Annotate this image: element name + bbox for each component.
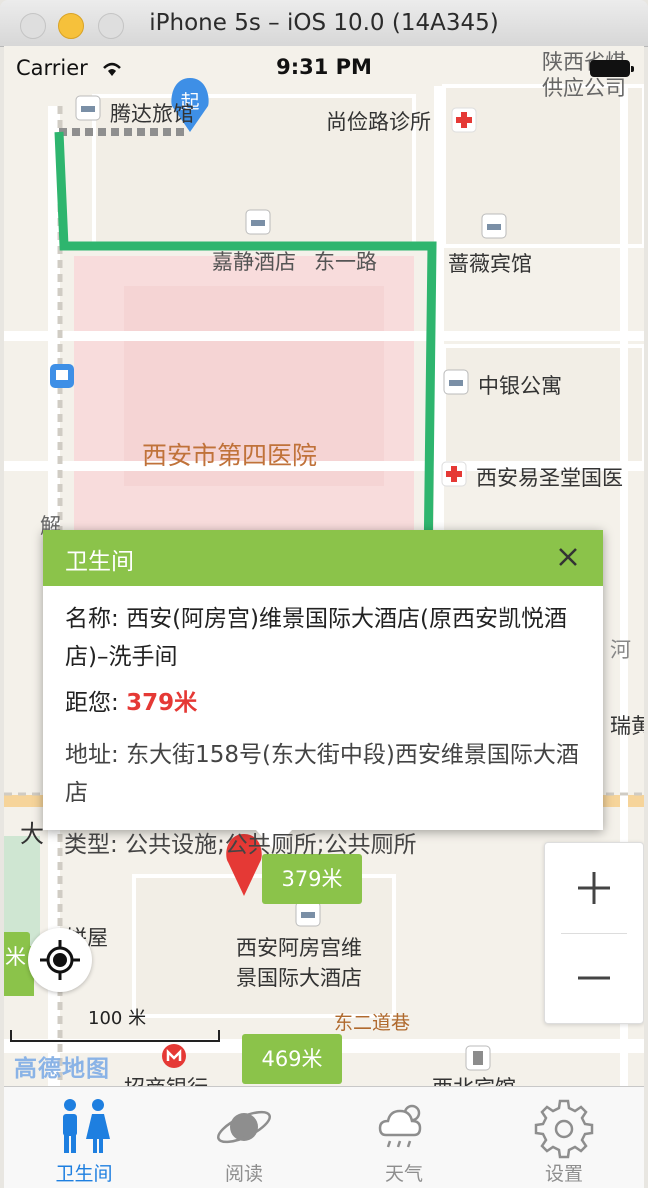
popup-address-row: 地址: 东大街158号(东大街中段)西安维景国际大酒店: [65, 742, 579, 806]
tab-settings[interactable]: 设置: [484, 1087, 644, 1188]
minus-icon: [578, 976, 610, 980]
map-label-qiangwei: 蔷薇宾馆: [448, 252, 532, 276]
hotel-icon: [245, 209, 271, 235]
popup-distance-value: 379米: [126, 690, 198, 716]
map-label-yishengtang: 西安易圣堂国医: [476, 466, 623, 490]
popup-distance-row: 距您: 379米: [65, 690, 198, 716]
device-screen: 起 腾达旅馆 尚俭路诊所 陕西省煤 供应公司 嘉静酒店 东一路 蔷薇宾馆 中银公…: [4, 46, 644, 1188]
tab-bar: 卫生间 阅读 天气 设置: [4, 1086, 644, 1188]
zoom-out-button[interactable]: [545, 933, 643, 1023]
window-title: iPhone 5s – iOS 10.0 (14A345): [149, 10, 499, 36]
building-icon: [465, 1045, 491, 1071]
planet-icon: [217, 1110, 271, 1144]
map-label-road-east: 东一路: [314, 250, 377, 274]
hotel-icon: [443, 369, 469, 395]
status-bar: Carrier 9:31 PM: [4, 46, 644, 86]
map-label-hospital: 西安市第四医院: [142, 441, 318, 470]
zoom-control: [544, 842, 644, 1024]
zoom-in-button[interactable]: [545, 843, 643, 933]
tab-reading-label: 阅读: [224, 1163, 263, 1185]
map-label-jiajing: 嘉静酒店: [212, 250, 296, 274]
popup-type-row: 类型: 公共设施;公共厕所;公共厕所: [64, 832, 417, 858]
tab-reading[interactable]: 阅读: [164, 1087, 324, 1188]
map-scale-bar: [10, 1030, 220, 1042]
tab-settings-label: 设置: [544, 1163, 583, 1185]
map-label-afanggong-2: 景国际大酒店: [236, 966, 362, 990]
map-label-tengda: 腾达旅馆: [110, 102, 194, 126]
restroom-info-popup: 卫生间 名称: 西安(阿房宫)维景国际大酒店(原西安凯悦酒店)–洗手间 距您: …: [43, 530, 603, 830]
metro-icon: [162, 1044, 186, 1068]
tab-weather[interactable]: 天气: [324, 1087, 484, 1188]
distance-bubble-second[interactable]: 469米: [242, 1034, 342, 1084]
map-label-he: 河: [610, 638, 631, 662]
hospital-icon: [451, 107, 477, 133]
map-label-road-dongerdao: 东二道巷: [334, 1012, 411, 1034]
map-label-afanggong-1: 西安阿房宫维: [236, 936, 362, 960]
map-scale-label: 100 米: [88, 1008, 147, 1029]
status-time: 9:31 PM: [276, 55, 372, 79]
distance-bubble-left[interactable]: 米: [4, 932, 30, 982]
map-label-zhongyin: 中银公寓: [478, 374, 562, 398]
map-label-rui: 瑞黄: [610, 714, 644, 738]
close-icon[interactable]: [553, 542, 583, 572]
popup-title: 卫生间: [65, 549, 134, 575]
hospital-icon: [441, 461, 467, 487]
tab-restroom[interactable]: 卫生间: [4, 1087, 164, 1188]
popup-header: 卫生间: [43, 530, 603, 586]
battery-icon: [590, 60, 634, 77]
locate-me-button[interactable]: [28, 928, 92, 992]
hotel-icon: [75, 95, 101, 121]
gear-icon: [534, 1099, 594, 1159]
weather-icon: [378, 1104, 422, 1148]
map-label-clinic: 尚俭路诊所: [326, 110, 431, 134]
plus-icon: [578, 872, 610, 904]
hotel-icon: [295, 901, 321, 927]
crosshair-icon: [40, 940, 80, 980]
amap-logo: 高德地图: [14, 1056, 110, 1082]
bus-stop-icon: [50, 364, 74, 388]
simulator-titlebar: iPhone 5s – iOS 10.0 (14A345): [0, 0, 648, 47]
tab-restroom-label: 卫生间: [55, 1163, 113, 1185]
popup-name-row: 名称: 西安(阿房宫)维景国际大酒店(原西安凯悦酒店)–洗手间: [65, 606, 567, 670]
tab-weather-label: 天气: [384, 1163, 423, 1185]
hotel-icon: [481, 213, 507, 239]
map-label-da: 大: [20, 820, 44, 848]
restroom-icon: [63, 1099, 110, 1153]
